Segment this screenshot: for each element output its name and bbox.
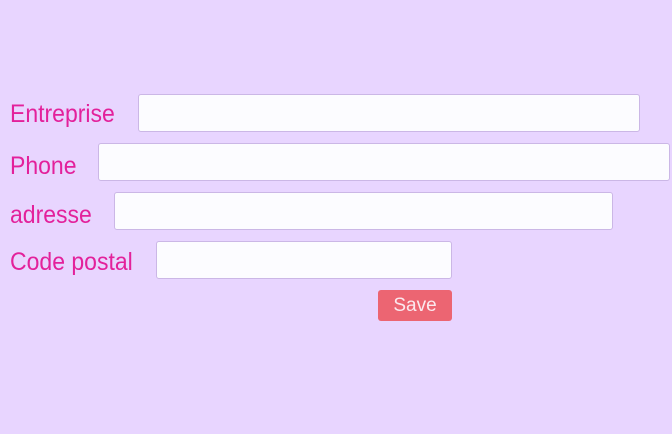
adresse-input[interactable] [114,192,613,230]
phone-input[interactable] [98,143,670,181]
entreprise-label: Entreprise [10,100,115,128]
contact-form: Entreprise Phone adresse Code postal Sav… [0,0,672,434]
phone-label: Phone [10,152,77,180]
entreprise-input[interactable] [138,94,640,132]
adresse-label: adresse [10,201,92,229]
code-postal-input[interactable] [156,241,452,279]
code-postal-label: Code postal [10,248,133,276]
save-button[interactable]: Save [378,290,452,321]
